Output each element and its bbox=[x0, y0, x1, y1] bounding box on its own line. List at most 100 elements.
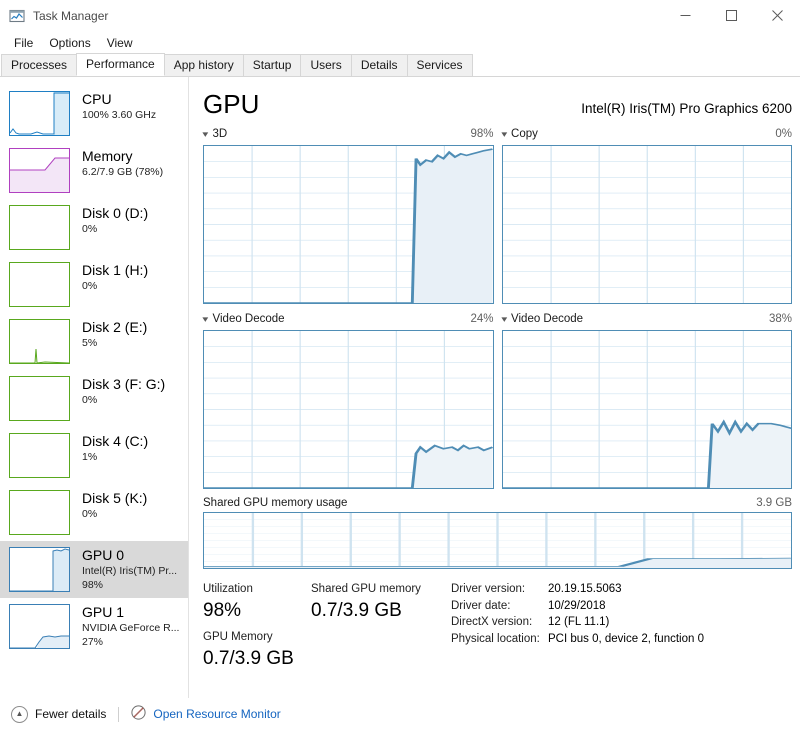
driver-date-key: Driver date: bbox=[451, 599, 511, 612]
graph-value-copy: 0% bbox=[775, 128, 792, 140]
tab-details[interactable]: Details bbox=[350, 54, 408, 76]
fewer-details-button[interactable]: ▲ Fewer details bbox=[11, 705, 106, 723]
graph-cell-video-decode-2: ▾ Video Decode 38% bbox=[501, 311, 792, 489]
tab-users[interactable]: Users bbox=[300, 54, 352, 76]
sidebar-sub-disk-5: 0% bbox=[82, 508, 98, 520]
sidebar-label-gpu-1: GPU 1 bbox=[82, 604, 125, 620]
physical-location-value: PCI bus 0, device 2, function 0 bbox=[548, 632, 704, 645]
sidebar-label-disk-5: Disk 5 (K:) bbox=[82, 490, 148, 506]
sidebar-sub-disk-3: 0% bbox=[82, 394, 98, 406]
utilization-label: Utilization bbox=[203, 583, 253, 595]
sidebar-item-cpu[interactable]: CPU 100% 3.60 GHz bbox=[0, 85, 188, 142]
window-title: Task Manager bbox=[33, 8, 109, 23]
sidebar-item-disk-3[interactable]: Disk 3 (F: G:) 0% bbox=[0, 370, 188, 427]
utilization-value: 98% bbox=[203, 600, 242, 621]
graph-value-3d: 98% bbox=[470, 128, 494, 140]
sidebar-sub-disk-2: 5% bbox=[82, 337, 98, 349]
menu-bar: File Options View bbox=[0, 31, 800, 54]
shared-memory-capacity: 3.9 GB bbox=[756, 497, 792, 509]
shared-gpu-memory-label: Shared GPU memory bbox=[311, 583, 421, 595]
page-title: GPU bbox=[203, 89, 260, 119]
chart-shared-gpu-memory[interactable] bbox=[203, 512, 792, 569]
footer-divider bbox=[118, 706, 120, 722]
chart-video-decode-2[interactable] bbox=[501, 330, 792, 489]
graph-title-video-decode-2: Video Decode bbox=[511, 313, 584, 325]
gpu-detail-panel: GPU Intel(R) Iris(TM) Pro Graphics 6200 … bbox=[189, 77, 800, 721]
sidebar-item-disk-2[interactable]: Disk 2 (E:) 5% bbox=[0, 313, 188, 370]
device-info-table: Driver version: 20.19.15.5063 Driver dat… bbox=[451, 581, 704, 677]
sidebar-sub-disk-0: 0% bbox=[82, 223, 98, 235]
stat-col-shared-memory: Shared GPU memory 0.7/3.9 GB bbox=[311, 581, 451, 677]
disk-3-thumbnail bbox=[9, 376, 70, 421]
open-resource-monitor-button[interactable]: Open Resource Monitor bbox=[131, 705, 281, 723]
graph-row-top: ▾ 3D 98% ▾ Copy 0% bbox=[202, 126, 792, 304]
memory-thumbnail bbox=[9, 148, 70, 193]
sidebar-sub-gpu-0: Intel(R) Iris(TM) Pr... bbox=[82, 565, 178, 577]
resource-sidebar: CPU 100% 3.60 GHz Memory 6.2/7.9 GB (78%… bbox=[0, 77, 189, 721]
sidebar-label-cpu: CPU bbox=[82, 91, 112, 107]
disk-0-thumbnail bbox=[9, 205, 70, 250]
sidebar-label-gpu-0: GPU 0 bbox=[82, 547, 125, 563]
chevron-up-circle-icon: ▲ bbox=[11, 705, 28, 723]
sidebar-label-disk-0: Disk 0 (D:) bbox=[82, 205, 149, 221]
disk-4-thumbnail bbox=[9, 433, 70, 478]
tab-app-history[interactable]: App history bbox=[163, 54, 244, 76]
sidebar-item-disk-5[interactable]: Disk 5 (K:) 0% bbox=[0, 484, 188, 541]
close-button[interactable] bbox=[754, 0, 800, 31]
sidebar-item-gpu-1[interactable]: GPU 1 NVIDIA GeForce R... 27% bbox=[0, 598, 188, 655]
title-bar: Task Manager bbox=[0, 0, 800, 31]
sidebar-pct-gpu-1: 27% bbox=[82, 636, 104, 648]
graph-value-video-decode-1: 24% bbox=[470, 313, 494, 325]
disk-2-thumbnail bbox=[9, 319, 70, 364]
stats-section: Utilization 98% GPU Memory 0.7/3.9 GB Sh… bbox=[203, 581, 792, 677]
chevron-down-icon[interactable]: ▾ bbox=[501, 314, 507, 324]
info-row-driver-date: Driver date: 10/29/2018 bbox=[451, 598, 704, 615]
shared-gpu-memory-value: 0.7/3.9 GB bbox=[311, 600, 402, 621]
shared-memory-label: Shared GPU memory usage bbox=[203, 497, 348, 509]
chart-3d[interactable] bbox=[203, 145, 494, 304]
stat-col-utilization: Utilization 98% GPU Memory 0.7/3.9 GB bbox=[203, 581, 311, 677]
sidebar-label-disk-1: Disk 1 (H:) bbox=[82, 262, 149, 278]
tab-performance[interactable]: Performance bbox=[76, 53, 165, 76]
driver-version-key: Driver version: bbox=[451, 583, 526, 595]
sidebar-label-disk-4: Disk 4 (C:) bbox=[82, 433, 149, 449]
task-manager-icon bbox=[9, 8, 25, 24]
gpu-memory-label: GPU Memory bbox=[203, 631, 273, 643]
sidebar-item-disk-4[interactable]: Disk 4 (C:) 1% bbox=[0, 427, 188, 484]
menu-item-options[interactable]: Options bbox=[41, 34, 98, 52]
disk-1-thumbnail bbox=[9, 262, 70, 307]
sidebar-sub-disk-4: 1% bbox=[82, 451, 98, 463]
status-bar: ▲ Fewer details Open Resource Monitor bbox=[0, 698, 800, 730]
tab-processes[interactable]: Processes bbox=[1, 54, 78, 76]
sidebar-pct-gpu-0: 98% bbox=[82, 579, 104, 591]
gpu-memory-value: 0.7/3.9 GB bbox=[203, 648, 294, 669]
menu-item-file[interactable]: File bbox=[6, 34, 41, 52]
sidebar-sub-gpu-1: NVIDIA GeForce R... bbox=[82, 622, 180, 634]
sidebar-item-memory[interactable]: Memory 6.2/7.9 GB (78%) bbox=[0, 142, 188, 199]
directx-version-key: DirectX version: bbox=[451, 616, 533, 628]
menu-item-view[interactable]: View bbox=[99, 34, 141, 52]
disk-5-thumbnail bbox=[9, 490, 70, 535]
panel-header: GPU Intel(R) Iris(TM) Pro Graphics 6200 bbox=[203, 77, 792, 119]
graph-cell-3d: ▾ 3D 98% bbox=[202, 126, 494, 304]
chart-copy[interactable] bbox=[501, 145, 792, 304]
info-row-physical-location: Physical location: PCI bus 0, device 2, … bbox=[451, 631, 704, 648]
sidebar-item-disk-0[interactable]: Disk 0 (D:) 0% bbox=[0, 199, 188, 256]
minimize-button[interactable] bbox=[662, 0, 708, 31]
graph-title-copy: Copy bbox=[511, 128, 538, 140]
sidebar-sub-disk-1: 0% bbox=[82, 280, 98, 292]
sidebar-item-gpu-0[interactable]: GPU 0 Intel(R) Iris(TM) Pr... 98% bbox=[0, 541, 188, 598]
chevron-down-icon[interactable]: ▾ bbox=[202, 314, 208, 324]
graph-header-3d: ▾ 3D 98% bbox=[202, 126, 494, 142]
tab-startup[interactable]: Startup bbox=[242, 54, 302, 76]
maximize-button[interactable] bbox=[708, 0, 754, 31]
chevron-down-icon[interactable]: ▾ bbox=[202, 129, 208, 139]
driver-version-value: 20.19.15.5063 bbox=[548, 583, 622, 595]
graph-header-copy: ▾ Copy 0% bbox=[501, 126, 792, 142]
chevron-down-icon[interactable]: ▾ bbox=[501, 129, 507, 139]
tab-services[interactable]: Services bbox=[406, 54, 473, 76]
device-name: Intel(R) Iris(TM) Pro Graphics 6200 bbox=[581, 101, 792, 116]
sidebar-item-disk-1[interactable]: Disk 1 (H:) 0% bbox=[0, 256, 188, 313]
driver-date-value: 10/29/2018 bbox=[548, 599, 606, 612]
chart-video-decode-1[interactable] bbox=[203, 330, 494, 489]
